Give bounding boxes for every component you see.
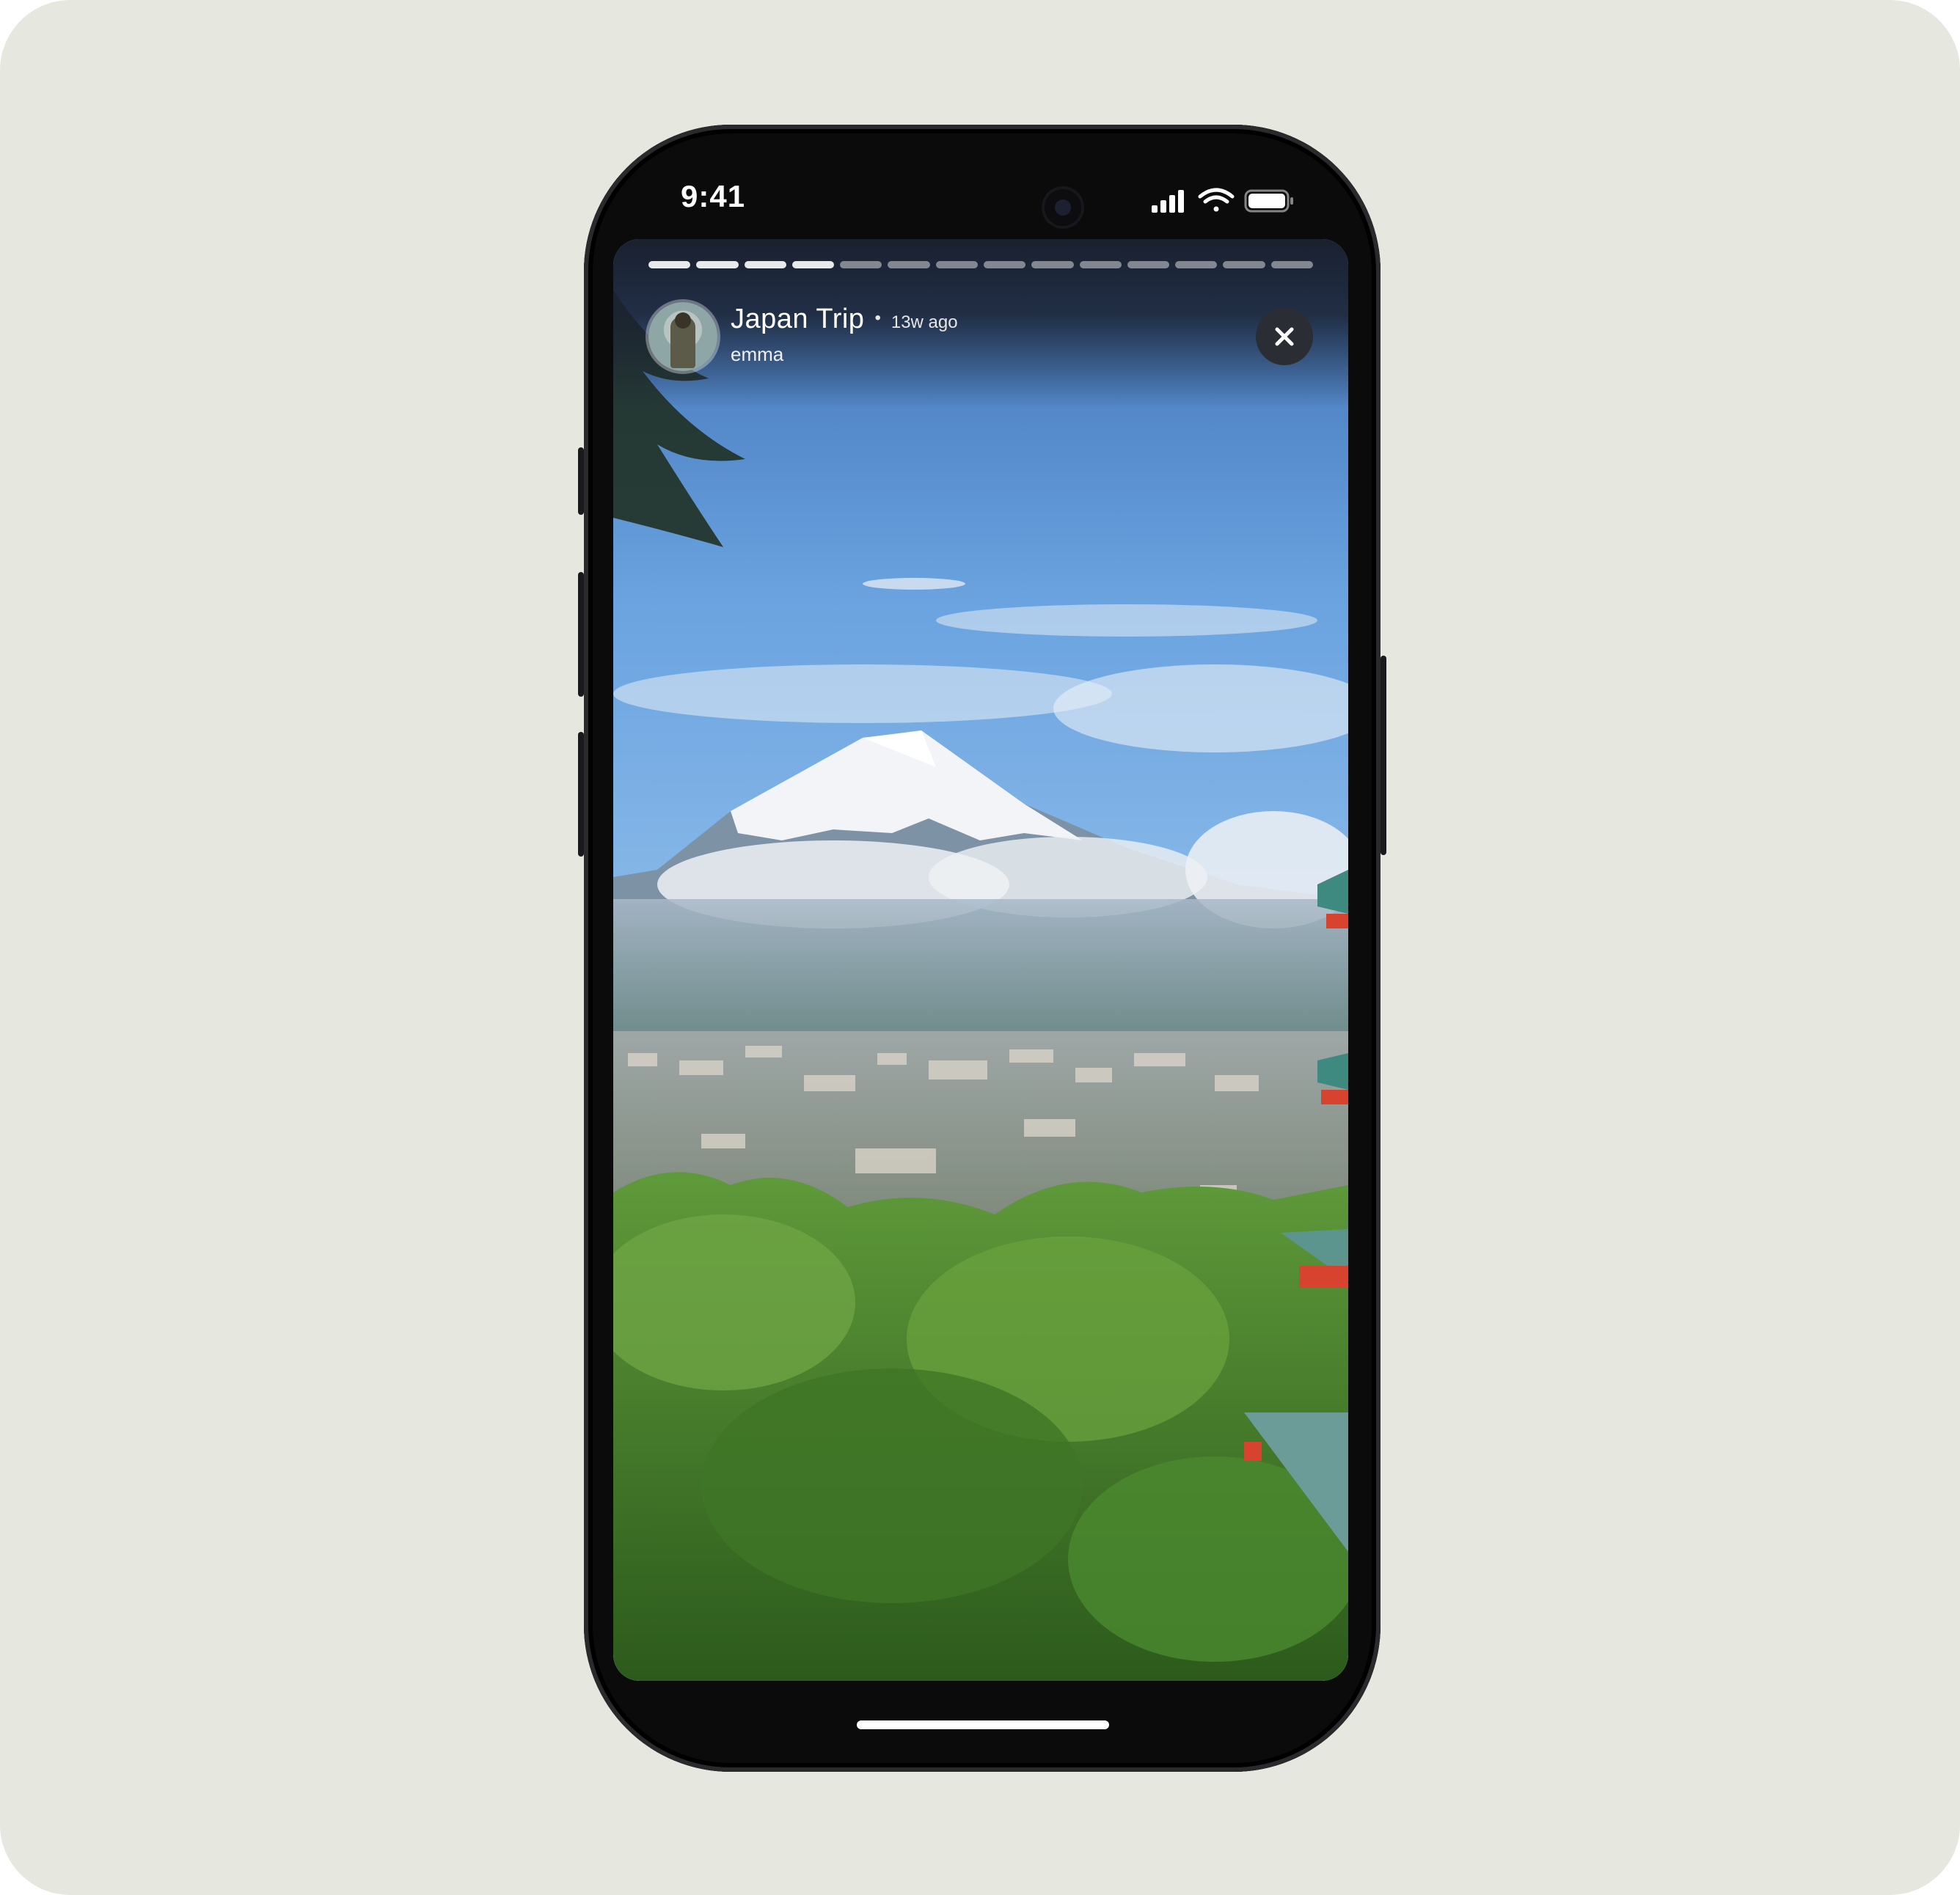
avatar[interactable] <box>648 302 717 371</box>
volume-up-button <box>578 572 584 697</box>
mountain-landscape-photo <box>613 239 1348 1681</box>
progress-segment <box>1127 261 1170 268</box>
story-header: Japan Trip • 13w ago <box>731 304 958 335</box>
progress-segment <box>744 261 786 268</box>
signal-icon <box>1152 190 1184 213</box>
home-indicator[interactable] <box>857 1720 1109 1729</box>
story-progress-bar <box>648 261 1313 268</box>
power-button <box>1381 656 1386 855</box>
status-time: 9:41 <box>681 179 746 213</box>
volume-down-button <box>578 732 584 857</box>
story-timestamp: 13w ago <box>891 312 958 332</box>
progress-segment <box>1079 261 1122 268</box>
progress-segment <box>1223 261 1265 268</box>
battery-icon <box>1244 189 1293 213</box>
story-username[interactable]: emma <box>731 343 783 366</box>
status-icons <box>1152 188 1293 213</box>
mute-switch <box>578 447 584 515</box>
progress-segment <box>935 261 978 268</box>
progress-segment <box>1031 261 1074 268</box>
progress-segment <box>791 261 835 268</box>
story-viewer[interactable]: Japan Trip • 13w ago emma <box>613 239 1348 1681</box>
progress-segment <box>696 261 739 268</box>
story-title: Japan Trip <box>731 304 865 334</box>
close-button[interactable] <box>1256 308 1313 365</box>
wifi-icon <box>1198 188 1235 212</box>
progress-segment <box>1270 261 1313 268</box>
front-camera <box>1045 189 1081 226</box>
separator-dot: • <box>874 308 881 328</box>
progress-segment <box>888 261 930 268</box>
close-icon <box>1275 327 1294 346</box>
progress-segment <box>648 261 691 268</box>
progress-segment <box>983 261 1026 268</box>
progress-segment <box>1175 261 1218 268</box>
progress-segment <box>840 261 882 268</box>
